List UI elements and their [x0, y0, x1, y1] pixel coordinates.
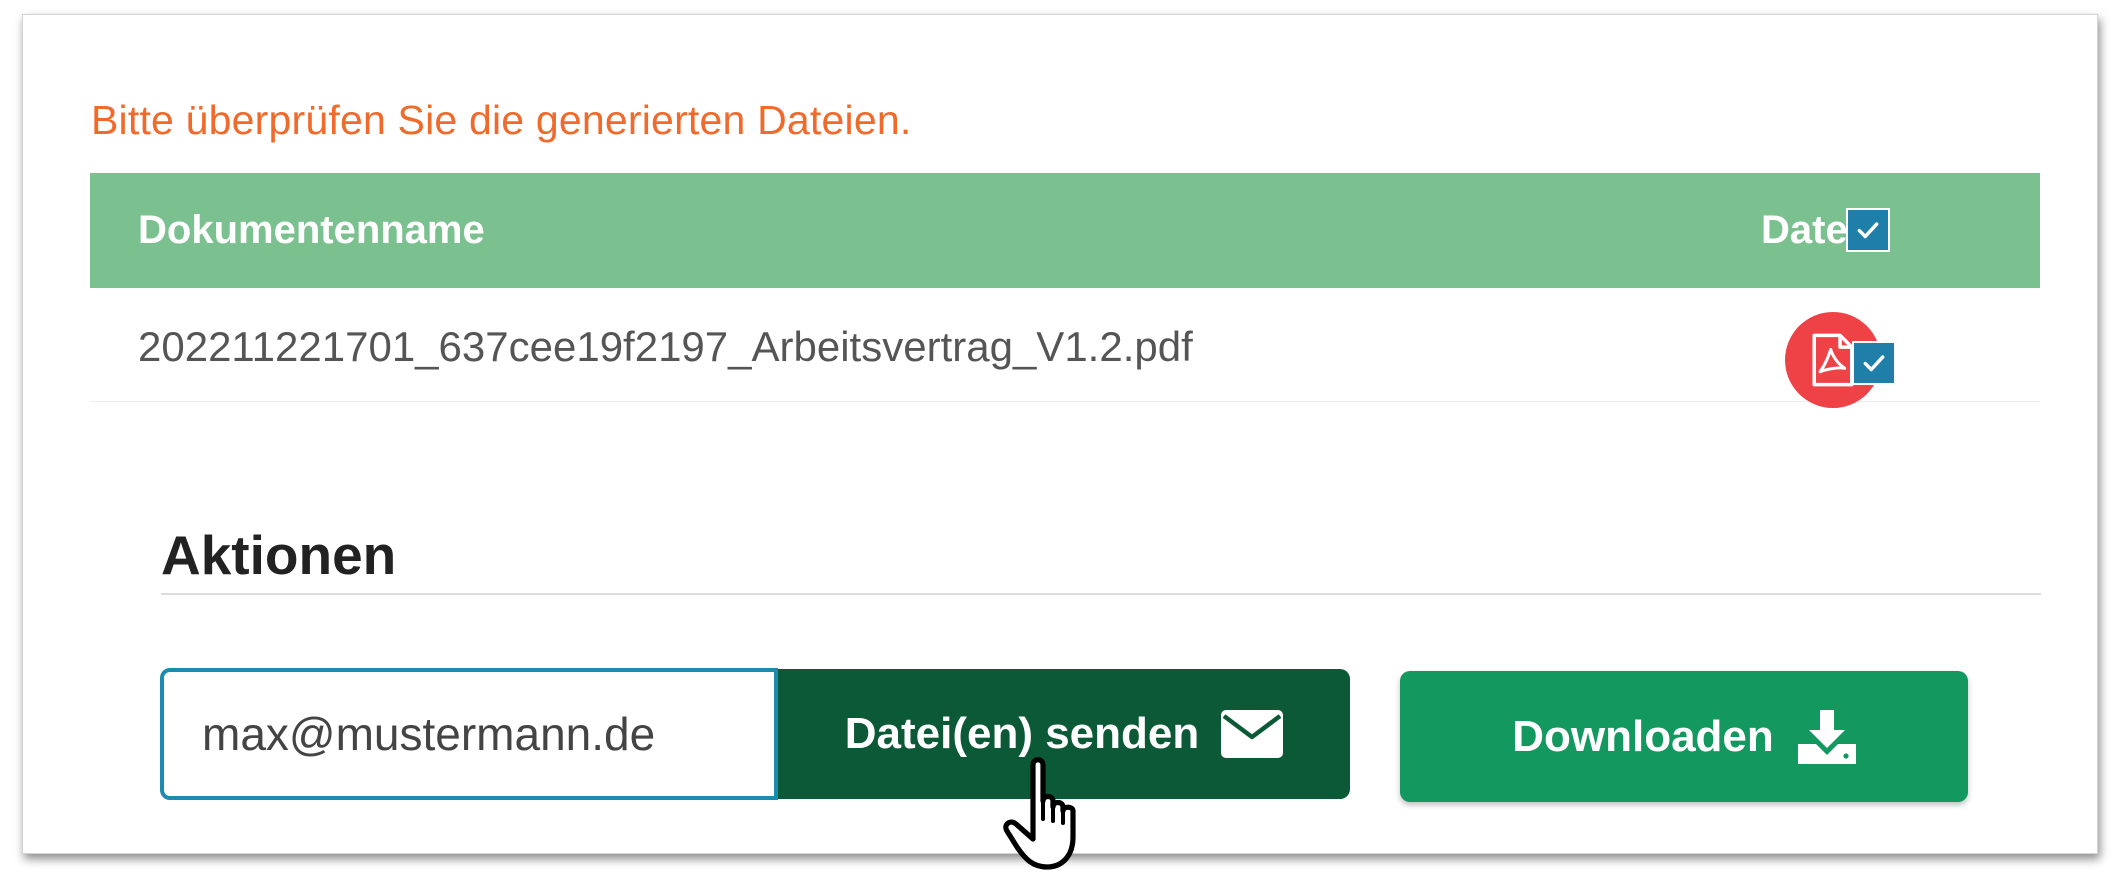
table-row: 202211221701_637cee19f2197_Arbeitsvertra…	[90, 288, 2040, 408]
files-panel: Bitte überprüfen Sie die generierten Dat…	[22, 14, 2098, 870]
send-files-label: Datei(en) senden	[844, 709, 1200, 758]
download-label: Downloaden	[1512, 711, 1774, 761]
checkmark-icon	[1863, 355, 1885, 372]
download-button[interactable]: Downloaden	[1400, 671, 1968, 802]
download-icon	[1797, 709, 1856, 764]
column-header-file: Datei	[1761, 208, 1859, 252]
document-name: 202211221701_637cee19f2197_Arbeitsvertra…	[138, 323, 1193, 370]
envelope-icon	[1221, 710, 1284, 758]
email-input[interactable]	[160, 668, 778, 800]
checkmark-icon	[1857, 222, 1879, 239]
review-notice: Bitte überprüfen Sie die generierten Dat…	[91, 97, 912, 143]
send-files-button[interactable]: Datei(en) senden	[778, 669, 1350, 799]
row-select-checkbox[interactable]	[1852, 341, 1896, 385]
column-header-document-name: Dokumentenname	[138, 208, 485, 252]
pdf-icon	[1812, 333, 1854, 387]
table-header: Dokumentenname Datei	[90, 173, 2040, 288]
select-all-checkbox[interactable]	[1846, 208, 1890, 252]
actions-heading: Aktionen	[161, 524, 397, 586]
section-divider	[161, 593, 2041, 595]
